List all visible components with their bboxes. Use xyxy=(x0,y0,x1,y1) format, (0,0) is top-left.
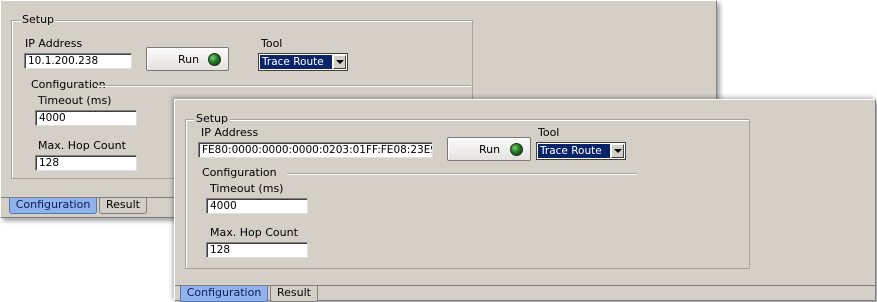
tab-configuration[interactable]: Configuration xyxy=(180,286,268,302)
timeout-field[interactable]: 4000 xyxy=(35,110,137,126)
ip-address-field[interactable]: 10.1.200.238 xyxy=(24,53,132,69)
run-button[interactable]: Run xyxy=(146,47,229,71)
run-button-label: Run xyxy=(479,143,501,156)
setup-legend: Setup xyxy=(194,112,231,125)
timeout-label: Timeout (ms) xyxy=(210,182,284,195)
configuration-separator xyxy=(97,85,471,87)
tool-select[interactable]: Trace Route xyxy=(258,53,348,71)
green-led-icon xyxy=(510,143,523,156)
ip-address-label: IP Address xyxy=(201,126,259,139)
chevron-down-icon[interactable] xyxy=(333,55,346,69)
run-button[interactable]: Run xyxy=(447,137,531,161)
chevron-down-icon[interactable] xyxy=(611,144,624,158)
timeout-field[interactable]: 4000 xyxy=(206,198,308,214)
setup-legend: Setup xyxy=(20,13,57,26)
run-button-label: Run xyxy=(178,53,200,66)
max-hop-count-label: Max. Hop Count xyxy=(38,139,126,152)
tab-result[interactable]: Result xyxy=(270,286,318,302)
tab-configuration[interactable]: Configuration xyxy=(9,198,97,214)
tool-selected-value: Trace Route xyxy=(538,144,610,158)
configuration-separator xyxy=(287,173,637,175)
ip-address-field[interactable]: FE80:0000:0000:0000:0203:01FF:FE08:23E9 xyxy=(198,142,433,158)
ipv6-trace-window: Setup IP Address FE80:0000:0000:0000:020… xyxy=(174,99,876,302)
max-hop-count-field[interactable]: 128 xyxy=(206,242,308,258)
tool-label: Tool xyxy=(261,37,283,50)
tool-selected-value: Trace Route xyxy=(260,55,332,69)
ip-address-label: IP Address xyxy=(25,37,83,50)
configuration-legend: Configuration xyxy=(202,166,277,179)
timeout-label: Timeout (ms) xyxy=(38,94,112,107)
max-hop-count-field[interactable]: 128 xyxy=(35,155,137,171)
max-hop-count-label: Max. Hop Count xyxy=(210,226,298,239)
configuration-legend: Configuration xyxy=(31,78,106,91)
tool-select[interactable]: Trace Route xyxy=(536,142,626,160)
tool-label: Tool xyxy=(538,126,560,139)
tab-result[interactable]: Result xyxy=(99,198,147,214)
green-led-icon xyxy=(208,53,221,66)
